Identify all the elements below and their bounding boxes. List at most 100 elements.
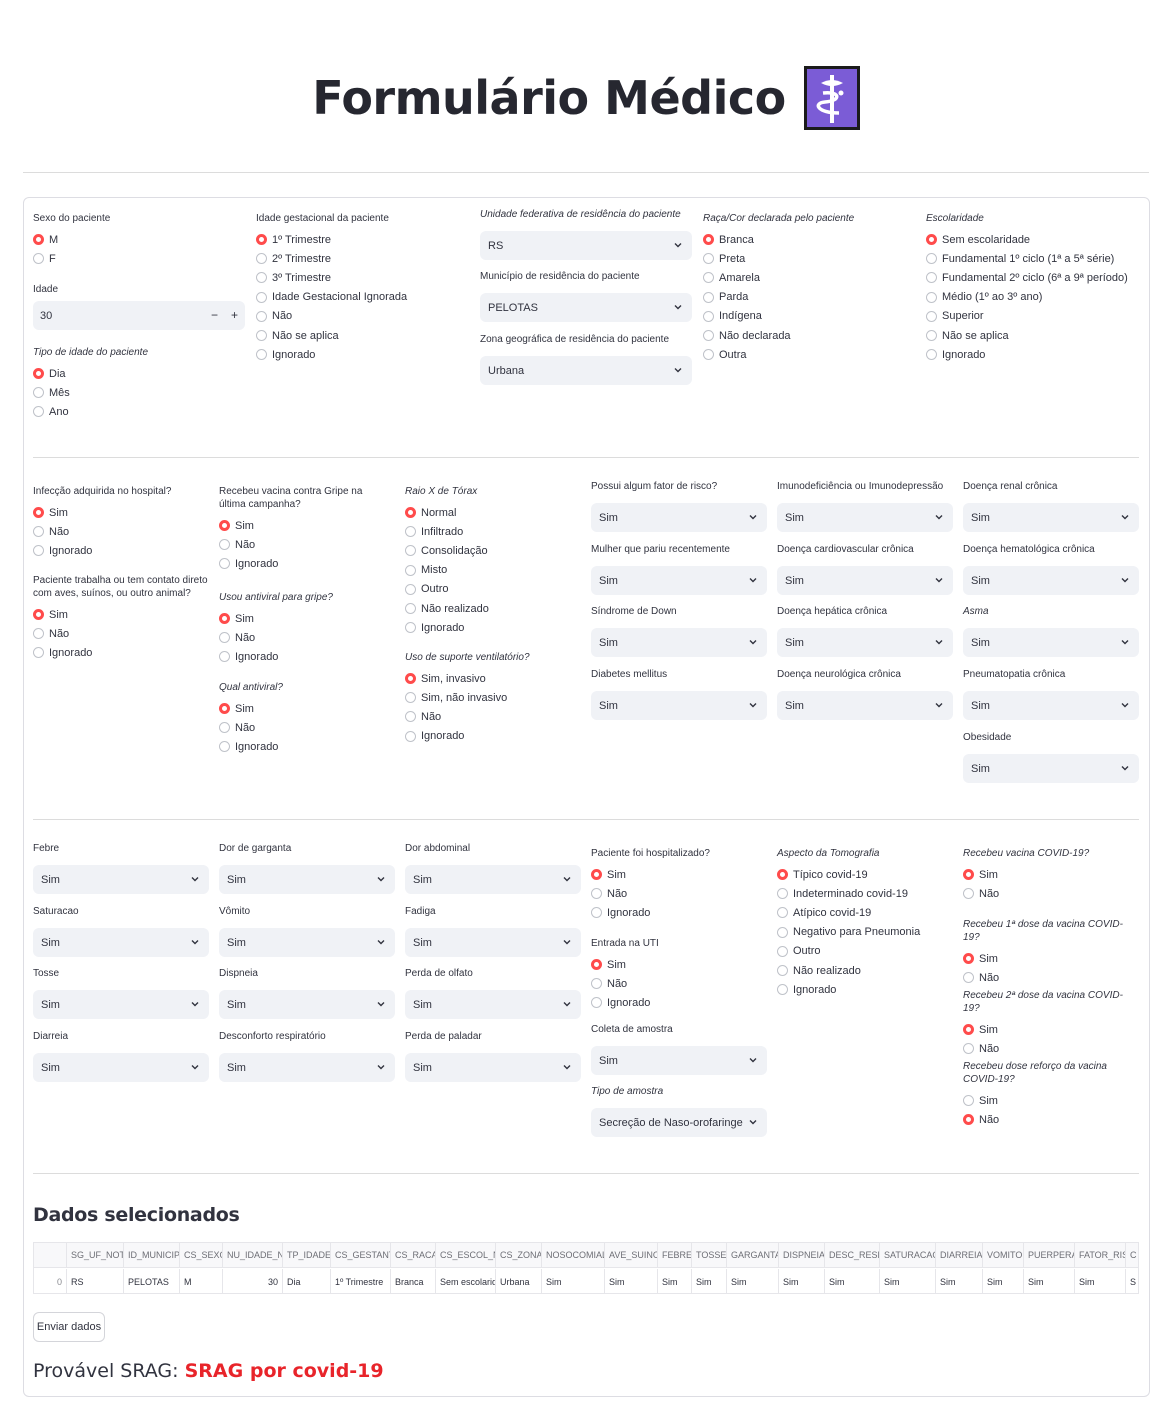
radio-button[interactable] (963, 1095, 974, 1107)
diarrhea-select[interactable]: Sim (33, 1053, 209, 1082)
flu-vaccine-option[interactable]: Ignorado (219, 554, 389, 573)
fever-select[interactable]: Sim (33, 865, 209, 894)
nosocomial-option[interactable]: Ignorado (33, 541, 213, 560)
table-column-header[interactable] (34, 1243, 67, 1267)
radio-button[interactable] (33, 368, 44, 380)
radio-button[interactable] (703, 272, 714, 284)
radio-button[interactable] (591, 888, 602, 900)
radio-button[interactable] (777, 984, 788, 996)
radio-button[interactable] (777, 907, 788, 919)
pneumopathy-select[interactable]: Sim (963, 691, 1139, 720)
gestational-age-option[interactable]: Ignorado (256, 345, 466, 364)
decrement-button[interactable]: − (211, 308, 218, 322)
cough-select[interactable]: Sim (33, 990, 209, 1019)
radio-button[interactable] (591, 997, 602, 1009)
radio-button[interactable] (256, 234, 267, 246)
radio-button[interactable] (256, 310, 267, 322)
ventilatory-support-option[interactable]: Não (405, 707, 575, 726)
race-option[interactable]: Parda (703, 288, 913, 307)
radio-button[interactable] (405, 583, 416, 595)
radio-button[interactable] (926, 349, 937, 361)
age-type-option[interactable]: Ano (33, 402, 233, 421)
tomography-option[interactable]: Negativo para Pneumonia (777, 923, 957, 942)
race-option[interactable]: Preta (703, 249, 913, 268)
radio-button[interactable] (591, 869, 602, 881)
radio-button[interactable] (33, 526, 44, 538)
radio-button[interactable] (963, 1114, 974, 1126)
selected-data-table[interactable]: SG_UF_NOT ID_MUNICIP CS_SEXO NU_IDADE_N TP_I… (33, 1242, 1139, 1294)
tomography-option[interactable]: Indeterminado covid-19 (777, 884, 957, 903)
table-column-header[interactable]: CS_ZONA (496, 1243, 542, 1267)
radio-button[interactable] (963, 1024, 974, 1036)
radio-button[interactable] (219, 651, 230, 663)
sex-option[interactable]: F (33, 249, 233, 268)
radio-button[interactable] (963, 953, 974, 965)
table-column-header[interactable]: C (1126, 1243, 1138, 1267)
chest-xray-option[interactable]: Misto (405, 561, 575, 580)
table-column-header[interactable]: CS_SEXO (180, 1243, 223, 1267)
submit-data-button[interactable]: Enviar dados (33, 1312, 105, 1342)
obesity-select[interactable]: Sim (963, 754, 1139, 783)
icu-option[interactable]: Não (591, 974, 767, 993)
education-option[interactable]: Não se aplica (926, 326, 1141, 345)
dyspnea-select[interactable]: Sim (219, 990, 395, 1019)
radio-button[interactable] (33, 507, 44, 519)
nosocomial-option[interactable]: Não (33, 522, 213, 541)
animal-contact-option[interactable]: Não (33, 624, 213, 643)
table-column-header[interactable]: TP_IDADE (283, 1243, 331, 1267)
race-option[interactable]: Amarela (703, 268, 913, 287)
radio-button[interactable] (219, 703, 230, 715)
radio-button[interactable] (219, 613, 230, 625)
tomography-option[interactable]: Ignorado (777, 980, 957, 999)
ventilatory-support-option[interactable]: Sim, invasivo (405, 669, 575, 688)
race-option[interactable]: Branca (703, 230, 913, 249)
which-antiviral-option[interactable]: Ignorado (219, 737, 389, 756)
radio-button[interactable] (405, 603, 416, 615)
education-option[interactable]: Médio (1º ao 3º ano) (926, 288, 1141, 307)
table-column-header[interactable]: SATURACAO (880, 1243, 936, 1267)
table-column-header[interactable]: FEBRE (658, 1243, 692, 1267)
radio-button[interactable] (219, 520, 230, 532)
sex-option[interactable]: M (33, 230, 233, 249)
antiviral-option[interactable]: Não (219, 628, 389, 647)
chest-xray-option[interactable]: Ignorado (405, 618, 575, 637)
hospitalized-option[interactable]: Não (591, 884, 767, 903)
diabetes-select[interactable]: Sim (591, 691, 767, 720)
radio-button[interactable] (33, 628, 44, 640)
radio-button[interactable] (33, 647, 44, 659)
radio-button[interactable] (256, 272, 267, 284)
gestational-age-option[interactable]: 1º Trimestre (256, 230, 466, 249)
table-column-header[interactable]: PUERPERA (1024, 1243, 1075, 1267)
table-column-header[interactable]: ID_MUNICIP (124, 1243, 180, 1267)
covid-dose-1-option[interactable]: Sim (963, 949, 1139, 968)
radio-button[interactable] (703, 310, 714, 322)
table-column-header[interactable]: FATOR_RISC (1075, 1243, 1126, 1267)
radio-button[interactable] (256, 291, 267, 303)
education-option[interactable]: Ignorado (926, 345, 1141, 364)
radio-button[interactable] (926, 330, 937, 342)
chest-xray-option[interactable]: Infiltrado (405, 522, 575, 541)
radio-button[interactable] (703, 349, 714, 361)
radio-button[interactable] (926, 253, 937, 265)
table-column-header[interactable]: SG_UF_NOT (67, 1243, 124, 1267)
radio-button[interactable] (963, 972, 974, 984)
chest-xray-option[interactable]: Normal (405, 503, 575, 522)
radio-button[interactable] (777, 965, 788, 977)
antiviral-option[interactable]: Sim (219, 609, 389, 628)
radio-button[interactable] (591, 978, 602, 990)
radio-button[interactable] (703, 234, 714, 246)
radio-button[interactable] (33, 387, 44, 399)
radio-button[interactable] (777, 926, 788, 938)
radio-button[interactable] (777, 869, 788, 881)
radio-button[interactable] (777, 945, 788, 957)
municipality-select[interactable]: PELOTAS (480, 293, 692, 322)
saturation-select[interactable]: Sim (33, 928, 209, 957)
sample-type-select[interactable]: Secreção de Naso-orofaringe (591, 1108, 767, 1137)
abdominal-pain-select[interactable]: Sim (405, 865, 581, 894)
radio-button[interactable] (405, 526, 416, 538)
covid-dose-2-option[interactable]: Não (963, 1039, 1139, 1058)
hospitalized-option[interactable]: Ignorado (591, 903, 767, 922)
ventilatory-support-option[interactable]: Sim, não invasivo (405, 688, 575, 707)
renal-select[interactable]: Sim (963, 503, 1139, 532)
radio-button[interactable] (405, 673, 416, 685)
